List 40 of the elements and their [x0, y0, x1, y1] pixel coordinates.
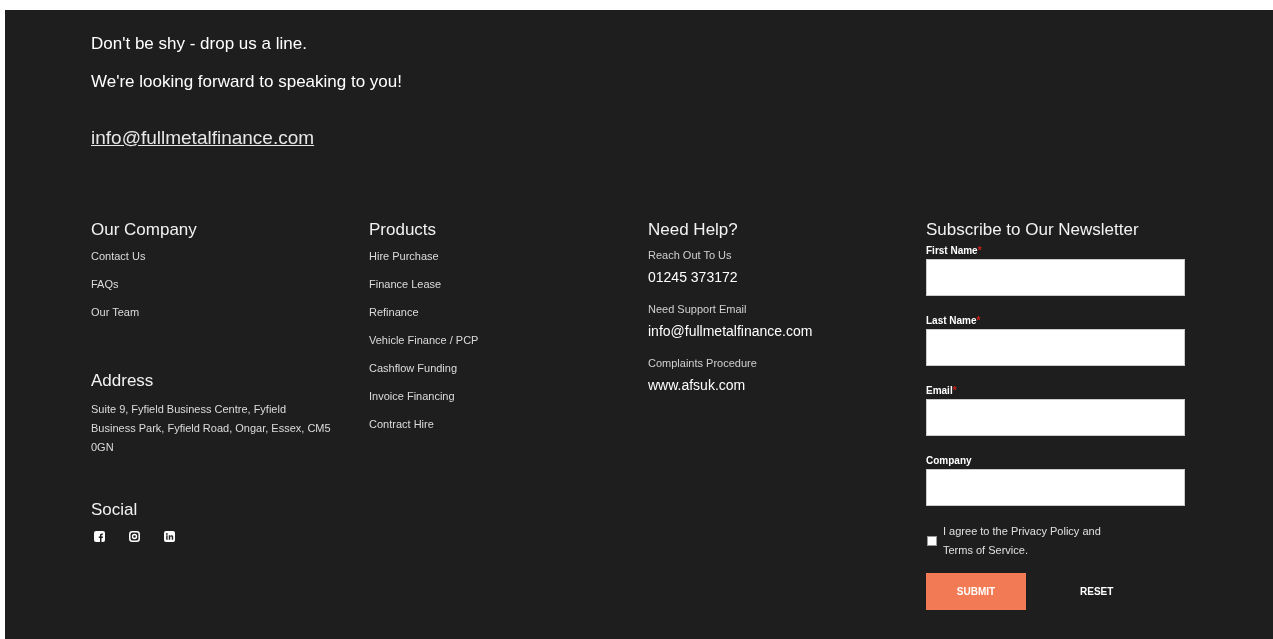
footer-link[interactable]: Contract Hire — [369, 416, 434, 432]
input-field[interactable] — [926, 258, 1185, 296]
instagram-icon[interactable] — [129, 530, 140, 542]
footer-link[interactable]: Invoice Financing — [369, 388, 455, 404]
section-heading: Subscribe to Our Newsletter — [926, 218, 1140, 241]
contact-value: info@fullmetalfinance.com — [648, 321, 814, 340]
section-heading: Our Company — [91, 218, 198, 241]
intro-text: We're looking forward to speaking to you! — [91, 71, 403, 93]
field-label: Last Name* — [926, 314, 982, 327]
field-label: Company — [926, 454, 973, 467]
contact-value: www.afsuk.com — [648, 375, 747, 394]
footer-link[interactable]: Contact Us — [91, 248, 146, 264]
section-heading: Need Help? — [648, 218, 739, 241]
footer-link[interactable]: Hire Purchase — [369, 248, 439, 264]
section-heading: Social — [91, 498, 139, 521]
input-field[interactable] — [926, 328, 1185, 366]
section-heading: Products — [369, 218, 438, 241]
field-label: First Name* — [926, 244, 983, 257]
facebook-icon[interactable] — [94, 530, 105, 542]
section-heading: Address — [91, 369, 155, 392]
footer-link[interactable]: Finance Lease — [369, 276, 442, 292]
contact-label: Complaints Procedure — [648, 355, 758, 371]
footer-link[interactable]: Refinance — [369, 304, 419, 320]
address-text: Suite 9, Fyfield Business Centre, Fyfield Business Park, Fyfield Road, Ongar, Essex, CM5 0GN — [91, 401, 331, 455]
footer-link[interactable]: Cashflow Funding — [369, 360, 458, 376]
email-link[interactable]: info@fullmetalfinance.com — [91, 124, 315, 153]
footer-link[interactable]: FAQs — [91, 276, 119, 292]
field-label: Email* — [926, 384, 958, 397]
contact-label: Need Support Email — [648, 301, 748, 317]
input-field[interactable] — [926, 398, 1185, 436]
footer-link[interactable]: Vehicle Finance / PCP — [369, 332, 479, 348]
input-field[interactable] — [926, 468, 1185, 506]
contact-value: 01245 373172 — [648, 267, 739, 286]
contact-label: Reach Out To Us — [648, 247, 733, 263]
consent-text: I agree to the Privacy Policy and Terms of Service. — [943, 523, 1102, 558]
linkedin-icon[interactable] — [164, 530, 175, 542]
consent-checkbox[interactable] — [927, 535, 937, 546]
intro-text: Don't be shy - drop us a line. — [91, 33, 308, 55]
footer-link[interactable]: Our Team — [91, 304, 140, 320]
reset-button[interactable]: RESET — [1064, 572, 1130, 610]
